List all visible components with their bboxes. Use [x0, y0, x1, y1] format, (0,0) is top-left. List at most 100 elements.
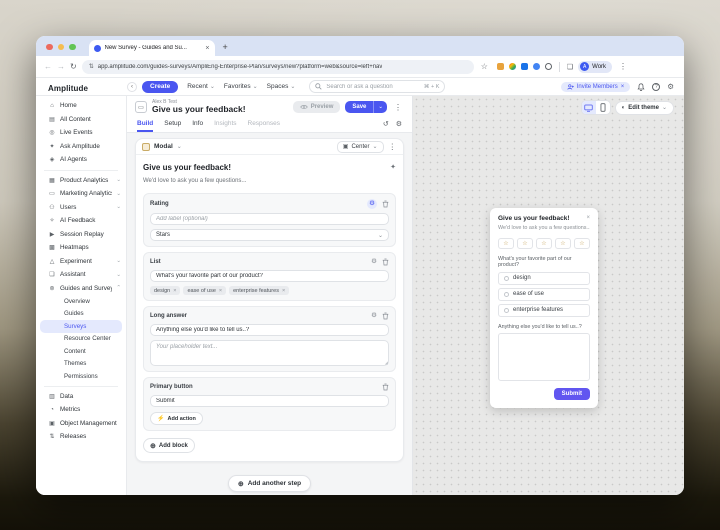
add-another-step-button[interactable]: ⊕ Add another step [228, 475, 311, 492]
long-answer-question-input[interactable] [150, 324, 389, 336]
sidebar-item[interactable]: ⇅ Releases [36, 430, 126, 444]
preview-option-row[interactable]: enterprise features [498, 304, 590, 317]
tag-remove-icon[interactable]: × [282, 288, 285, 294]
long-answer-placeholder-textarea[interactable] [150, 340, 389, 366]
close-window-button[interactable] [46, 44, 53, 51]
notifications-bell-icon[interactable] [637, 83, 645, 91]
site-info-icon[interactable]: ⇅ [89, 63, 94, 70]
sidebar-subitem[interactable]: Overview [40, 295, 122, 308]
builder-settings-gear-icon[interactable]: ⚙ [396, 120, 402, 128]
sidebar-item[interactable]: ▩ Heatmaps [36, 241, 126, 255]
sidebar-item[interactable]: ✧ AI Feedback [36, 214, 126, 228]
survey-subheading-text[interactable]: We'd love to ask you a few questions... [143, 178, 396, 184]
list-settings-gear-icon[interactable]: ⚙ [371, 259, 377, 266]
back-icon[interactable]: ← [44, 62, 52, 71]
list-question-input[interactable] [150, 270, 389, 282]
radio-icon[interactable] [504, 276, 509, 281]
browser-profile-chip[interactable]: A Work [578, 61, 612, 73]
tab-setup[interactable]: Setup [164, 118, 181, 132]
star-rating-button[interactable]: ☆ [555, 238, 571, 249]
star-rating-button[interactable]: ☆ [498, 238, 514, 249]
rating-delete-icon[interactable] [382, 200, 389, 208]
sidebar-item[interactable]: ▤ All Content [36, 113, 126, 127]
tab-info[interactable]: Info [192, 118, 203, 132]
save-button[interactable]: Save [345, 101, 373, 113]
sidebar-subitem[interactable]: Content [40, 345, 122, 358]
minimize-window-button[interactable] [58, 44, 65, 51]
browser-menu-icon[interactable]: ⋮ [617, 62, 629, 71]
builder-more-icon[interactable]: ⋮ [392, 103, 404, 112]
step-more-icon[interactable]: ⋮ [388, 142, 398, 151]
version-history-icon[interactable]: ↺ [383, 120, 389, 128]
primary-button-delete-icon[interactable] [382, 383, 389, 391]
extension-icon[interactable] [545, 63, 552, 70]
search-input[interactable]: Search or ask a question ⌘ + K [309, 80, 445, 93]
radio-icon[interactable] [504, 308, 509, 313]
tag-remove-icon[interactable]: × [219, 288, 222, 294]
preview-long-answer-textarea[interactable] [498, 333, 590, 381]
help-icon[interactable]: ? [652, 83, 660, 91]
sidebar-item[interactable]: ▦ Product Analytics ⌄ [36, 174, 126, 188]
extension-icon[interactable] [509, 63, 516, 70]
position-dropdown[interactable]: ▣ Center ⌄ [337, 141, 384, 153]
sidebar-subitem[interactable]: Permissions [40, 370, 122, 383]
side-panel-icon[interactable]: ❏ [567, 63, 573, 71]
list-delete-icon[interactable] [382, 258, 389, 266]
browser-tab[interactable]: New Survey - Guides and Su... × [89, 40, 215, 56]
step-type-dropdown[interactable]: Modal [154, 143, 173, 150]
rating-settings-gear-icon[interactable]: ⚙ [367, 199, 377, 209]
bookmark-star-icon[interactable]: ☆ [481, 62, 488, 71]
primary-button-label-input[interactable] [150, 395, 389, 407]
tab-build[interactable]: Build [137, 118, 153, 132]
add-block-button[interactable]: ⊕ Add block [143, 438, 195, 453]
menu-recent[interactable]: Recent ⌄ [187, 83, 215, 90]
address-bar[interactable]: ⇅ app.amplitude.com/guides-surveys/Ampli… [82, 60, 474, 74]
amplitude-logo[interactable]: Amplitude [48, 84, 88, 93]
sidebar-item[interactable]: ⚇ Users ⌄ [36, 201, 126, 215]
chevron-down-icon[interactable]: ⌄ [177, 143, 182, 150]
preview-option-row[interactable]: ease of use [498, 288, 590, 301]
new-tab-button[interactable]: + [215, 42, 236, 56]
long-answer-delete-icon[interactable] [382, 312, 389, 320]
star-rating-button[interactable]: ☆ [536, 238, 552, 249]
sidebar-item[interactable]: ✦ Ask Amplitude [36, 140, 126, 154]
forward-icon[interactable]: → [57, 62, 65, 71]
invite-members-chip[interactable]: Invite Members × [561, 82, 631, 92]
mobile-device-icon[interactable] [596, 101, 610, 114]
sidebar-subitem[interactable]: Surveys [40, 320, 122, 333]
save-dropdown-icon[interactable]: ⌄ [373, 101, 387, 113]
add-action-button[interactable]: ⚡ Add action [150, 412, 203, 425]
tag-remove-icon[interactable]: × [173, 288, 176, 294]
sidebar-item[interactable]: ◎ Live Events [36, 126, 126, 140]
option-tag[interactable]: enterprise features × [229, 286, 289, 295]
star-rating-button[interactable]: ☆ [574, 238, 590, 249]
survey-title[interactable]: Give us your feedback! [152, 105, 288, 114]
edit-theme-button[interactable]: ◐ Edit theme ⌄ [615, 101, 674, 115]
create-button[interactable]: Create [142, 81, 178, 93]
tab-responses[interactable]: Responses [248, 118, 281, 132]
sidebar-item[interactable]: ▶ Session Replay [36, 228, 126, 242]
preview-option-row[interactable]: design [498, 272, 590, 285]
ai-assist-icon[interactable]: ✦ [390, 163, 396, 171]
extension-icon[interactable] [521, 63, 528, 70]
window-controls[interactable] [36, 44, 85, 57]
extension-icon[interactable] [497, 63, 504, 70]
sidebar-item[interactable]: ▣ Object Management [36, 417, 126, 431]
preview-button[interactable]: Preview [293, 101, 341, 113]
reload-icon[interactable]: ↻ [70, 62, 77, 71]
option-tag[interactable]: ease of use × [183, 286, 226, 295]
sidebar-subitem[interactable]: Resource Center [40, 333, 122, 346]
sidebar-item[interactable]: ◔ Metrics [36, 403, 126, 417]
preview-submit-button[interactable]: Submit [554, 388, 590, 400]
zoom-window-button[interactable] [69, 44, 76, 51]
sidebar-item[interactable]: ▭ Marketing Analytics ⌄ [36, 187, 126, 201]
preview-close-icon[interactable]: × [586, 215, 590, 221]
menu-spaces[interactable]: Spaces ⌄ [267, 83, 296, 90]
rating-style-select[interactable]: Stars ⌄ [150, 229, 389, 241]
radio-icon[interactable] [504, 292, 509, 297]
sidebar-item[interactable]: ⌂ Home [36, 99, 126, 113]
extension-icon[interactable] [533, 63, 540, 70]
tab-close-icon[interactable]: × [205, 45, 209, 52]
sidebar-item[interactable]: ❏ Assistant ⌄ [36, 268, 126, 282]
menu-favorites[interactable]: Favorites ⌄ [224, 83, 258, 90]
